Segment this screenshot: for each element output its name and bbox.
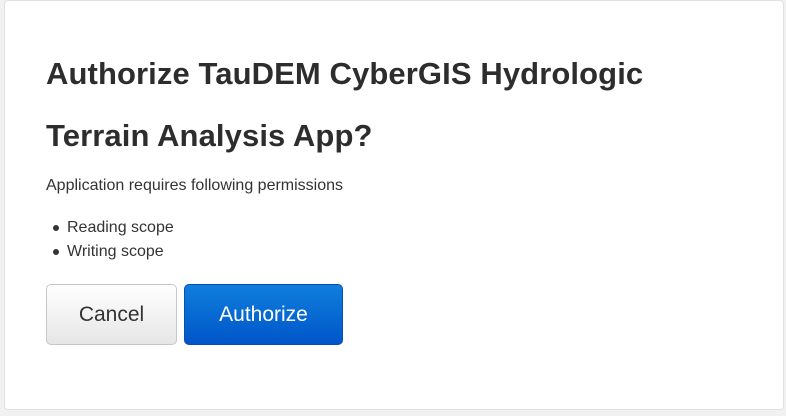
authorize-button[interactable]: Authorize xyxy=(184,284,343,345)
cancel-button[interactable]: Cancel xyxy=(46,284,177,345)
bullet-icon xyxy=(53,249,59,255)
authorization-dialog: Authorize TauDEM CyberGIS Hydrologic Ter… xyxy=(4,0,784,410)
permission-label: Reading scope xyxy=(67,219,174,236)
bullet-icon xyxy=(53,225,59,231)
permission-label: Writing scope xyxy=(67,243,164,260)
list-item: Reading scope xyxy=(46,216,174,240)
dialog-title: Authorize TauDEM CyberGIS Hydrologic Ter… xyxy=(46,56,644,153)
permissions-intro: Application requires following permissio… xyxy=(46,177,344,194)
permissions-list: Reading scope Writing scope xyxy=(46,216,174,264)
list-item: Writing scope xyxy=(46,240,174,264)
